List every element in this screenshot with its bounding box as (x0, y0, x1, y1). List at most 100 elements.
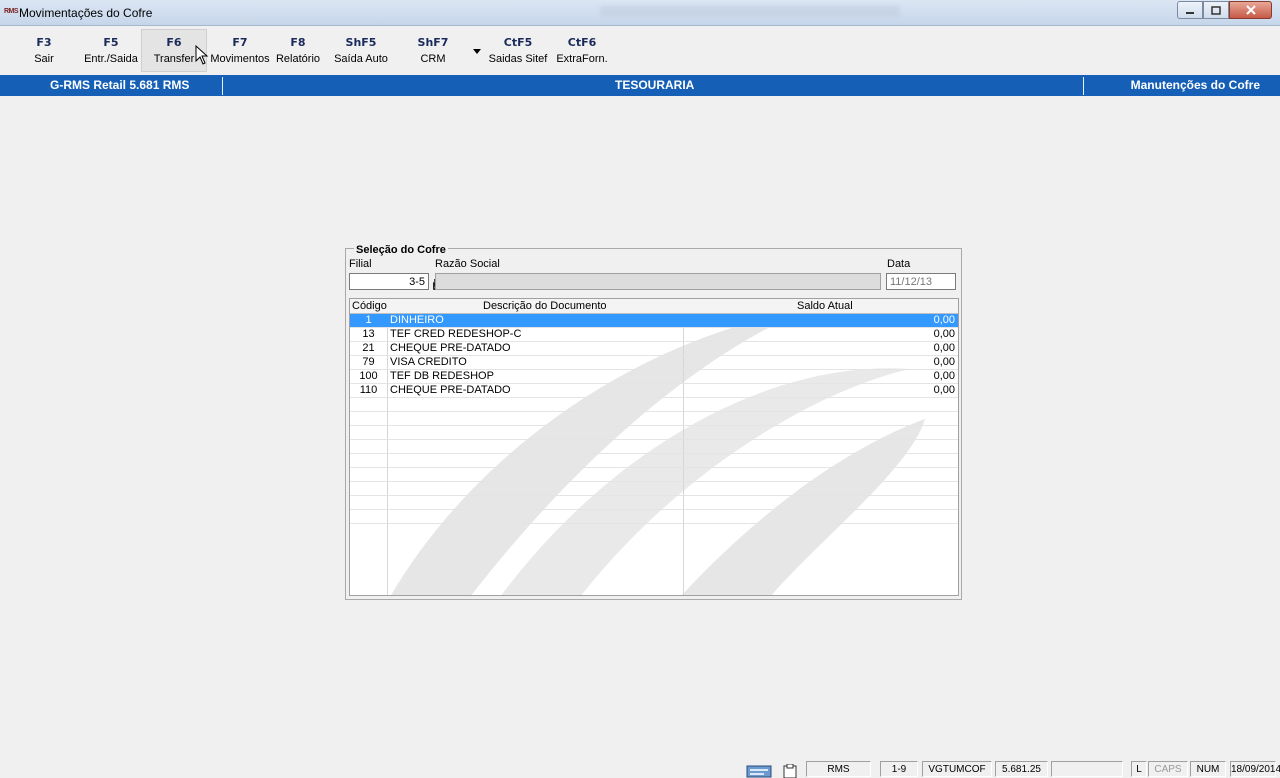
app-icon: RMS (4, 8, 19, 15)
clipboard-icon (779, 761, 801, 778)
cell-descricao: VISA CREDITO (390, 356, 467, 368)
cell-descricao: CHEQUE PRE-DATADO (390, 342, 511, 354)
cell-codigo: 79 (362, 356, 375, 368)
cell-codigo: 1 (365, 314, 372, 326)
column-header-saldo[interactable]: Saldo Atual (797, 300, 853, 312)
cell-saldo: 0,00 (933, 356, 955, 368)
cell-descricao: TEF CRED REDESHOP-C (390, 328, 522, 340)
status-l: L (1131, 761, 1147, 777)
toolbar-key: ShF7 (417, 36, 449, 49)
minimize-icon (1186, 12, 1194, 14)
cell-saldo: 0,00 (933, 384, 955, 396)
cell-saldo: 0,00 (933, 370, 955, 382)
system-name: G-RMS Retail 5.681 RMS (50, 78, 190, 92)
toolbar-label: CRM (420, 53, 446, 65)
cell-saldo: 0,00 (933, 314, 955, 326)
toolbar-key: ShF5 (345, 36, 377, 49)
empty-row (350, 398, 958, 412)
toolbar-key: F7 (232, 36, 248, 49)
filial-label: Filial (349, 258, 372, 270)
toolbar-label: Sair (34, 53, 54, 65)
razao-social-label: Razão Social (435, 258, 500, 270)
toolbar-label: Saidas Sitef (488, 53, 548, 65)
toolbar-label: Relatório (275, 53, 321, 65)
maximize-button[interactable] (1203, 1, 1229, 19)
empty-row (350, 468, 958, 482)
cell-codigo: 110 (359, 384, 378, 396)
window-title: Movimentações do Cofre (19, 6, 153, 20)
table-row[interactable]: 21 CHEQUE PRE-DATADO 0,00 (350, 342, 958, 356)
table-row[interactable]: 100 TEF DB REDESHOP 0,00 (350, 370, 958, 384)
header-bar: G-RMS Retail 5.681 RMS TESOURARIA Manute… (0, 75, 1280, 96)
status-date: 18/09/2014 (1230, 761, 1280, 777)
header-divider (1083, 77, 1084, 95)
toolbar-button-extraforn[interactable]: CtF6 ExtraForn. (556, 36, 608, 65)
toolbar-button-crm[interactable]: ShF7 CRM (413, 36, 453, 65)
cell-descricao: DINHEIRO (390, 314, 444, 326)
screen-title: Manutenções do Cofre (1130, 78, 1260, 92)
cell-codigo: 21 (362, 342, 375, 354)
status-num: NUM (1190, 761, 1226, 777)
cell-codigo: 13 (362, 328, 375, 340)
toolbar-label: Entr./Saida (84, 53, 138, 65)
header-divider (222, 77, 223, 95)
toolbar-button-saidas-sitef[interactable]: CtF5 Saidas Sitef (486, 36, 550, 65)
toolbar-key: CtF5 (503, 36, 533, 49)
table-row[interactable]: 79 VISA CREDITO 0,00 (350, 356, 958, 370)
status-bar: RMS 1-9 VGTUMCOF 5.681.25 L CAPS NUM 18/… (0, 759, 1280, 778)
empty-row (350, 496, 958, 510)
empty-row (350, 440, 958, 454)
toolbar-button-movimentos[interactable]: F7 Movimentos (209, 36, 271, 65)
dropdown-arrow-icon[interactable] (473, 49, 481, 54)
table-row[interactable]: 13 TEF CRED REDESHOP-C 0,00 (350, 328, 958, 342)
minimize-button[interactable] (1177, 1, 1203, 19)
column-header-descricao[interactable]: Descrição do Documento (483, 300, 607, 312)
blurred-title-area (600, 6, 900, 18)
toolbar-button-sair[interactable]: F3 Sair (32, 36, 56, 65)
status-program: VGTUMCOF (922, 761, 992, 777)
toolbar-key: F3 (36, 36, 52, 49)
function-key-toolbar: F3 Sair F5 Entr./Saida F6 Transfer F7 Mo… (0, 27, 1280, 74)
toolbar-button-saida-auto[interactable]: ShF5 Saída Auto (330, 36, 392, 65)
status-empty-panel (1051, 761, 1123, 777)
panel-legend: Seleção do Cofre (354, 244, 448, 256)
filial-field[interactable]: 3-5 (349, 273, 429, 290)
close-button[interactable] (1229, 1, 1272, 19)
column-header-codigo[interactable]: Código (352, 300, 387, 312)
data-label: Data (887, 258, 911, 270)
toolbar-key: CtF6 (567, 36, 597, 49)
window-controls (1177, 1, 1272, 19)
cell-saldo: 0,00 (933, 328, 955, 340)
toolbar-label: ExtraForn. (556, 53, 608, 65)
close-icon (1245, 5, 1256, 15)
toolbar-key: F5 (103, 36, 119, 49)
cell-saldo: 0,00 (933, 342, 955, 354)
table-row[interactable]: 110 CHEQUE PRE-DATADO 0,00 (350, 384, 958, 398)
documents-grid[interactable]: Código Descrição do Documento Saldo Atua… (349, 298, 959, 596)
window-titlebar[interactable]: RMS Movimentações do Cofre (0, 0, 1280, 26)
keyboard-icon (745, 761, 775, 778)
toolbar-key: F8 (290, 36, 306, 49)
empty-row (350, 510, 958, 524)
data-field[interactable]: 11/12/13 (886, 273, 956, 290)
status-user: RMS (806, 761, 871, 777)
empty-row (350, 426, 958, 440)
empty-row (350, 482, 958, 496)
module-title: TESOURARIA (615, 78, 695, 92)
cell-descricao: TEF DB REDESHOP (390, 370, 494, 382)
empty-row (350, 412, 958, 426)
maximize-icon (1211, 5, 1221, 15)
razao-social-field (435, 273, 881, 290)
toolbar-label: Movimentos (210, 53, 270, 65)
status-version: 5.681.25 (995, 761, 1048, 777)
table-row[interactable]: 1 DINHEIRO 0,00 (350, 314, 958, 328)
toolbar-button-entr-saida[interactable]: F5 Entr./Saida (80, 36, 142, 65)
mouse-cursor-icon (195, 45, 209, 65)
status-caps: CAPS (1148, 761, 1188, 777)
toolbar-label: Saída Auto (334, 53, 388, 65)
safe-selection-panel: Seleção do Cofre Filial 3-5 Razão Social… (345, 244, 962, 600)
grid-header: Código Descrição do Documento Saldo Atua… (350, 299, 958, 314)
empty-row (350, 454, 958, 468)
cell-codigo: 100 (359, 370, 378, 382)
toolbar-button-relatorio[interactable]: F8 Relatório (273, 36, 323, 65)
